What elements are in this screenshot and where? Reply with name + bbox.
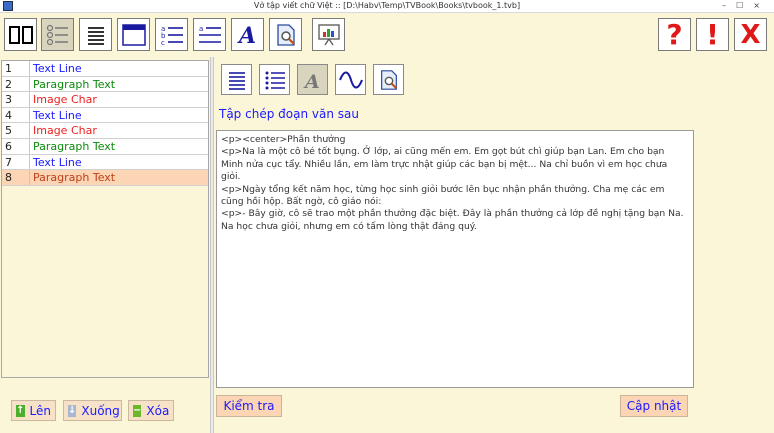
item-label: Text Line bbox=[33, 108, 82, 122]
script-a-icon: A bbox=[303, 71, 320, 91]
lines-icon bbox=[87, 26, 104, 45]
page-search-button[interactable] bbox=[269, 18, 302, 51]
script-a-button[interactable]: A bbox=[231, 18, 264, 51]
svg-text:A: A bbox=[237, 23, 256, 47]
title-bar: Vở tập viết chữ Việt :: [D:\Habv\Temp\TV… bbox=[0, 0, 774, 13]
move-down-button[interactable]: ↓ Xuống bbox=[63, 400, 122, 421]
update-button[interactable]: Cập nhật bbox=[620, 395, 688, 417]
list-item[interactable]: 5 Image Char bbox=[2, 123, 208, 139]
window-title: Vở tập viết chữ Việt :: [D:\Habv\Temp\TV… bbox=[253, 1, 521, 10]
item-label: Paragraph Text bbox=[33, 139, 116, 153]
list-item[interactable]: 6 Paragraph Text bbox=[2, 138, 208, 155]
list-item[interactable]: 3 Image Char bbox=[2, 92, 208, 108]
format-list-button[interactable] bbox=[259, 64, 290, 95]
dotted-list-icon bbox=[265, 71, 285, 89]
minimize-button[interactable]: – bbox=[722, 1, 736, 10]
minus-icon: − bbox=[133, 404, 142, 417]
item-label: Image Char bbox=[33, 93, 97, 107]
arrow-down-icon: ↓ bbox=[68, 404, 77, 417]
move-up-label: Lên bbox=[29, 403, 51, 418]
maximize-button[interactable]: ☐ bbox=[736, 1, 753, 10]
presentation-button[interactable] bbox=[312, 18, 345, 51]
outline-list-button[interactable] bbox=[41, 18, 74, 51]
item-label: Paragraph Text bbox=[33, 171, 116, 185]
item-number: 1 bbox=[2, 61, 30, 76]
item-number: 3 bbox=[2, 92, 30, 107]
move-up-button[interactable]: ↑ Lên bbox=[11, 400, 56, 421]
list-item-selected[interactable]: 8 Paragraph Text bbox=[2, 170, 208, 186]
left-panel: 1 Text Line 2 Paragraph Text 3 Image Char 4… bbox=[0, 57, 210, 433]
arrow-up-icon: ↑ bbox=[16, 404, 25, 417]
app-icon bbox=[3, 1, 13, 11]
wave-icon bbox=[338, 71, 363, 88]
help-button[interactable]: ? bbox=[658, 18, 691, 51]
item-label: Text Line bbox=[33, 62, 82, 75]
format-wave-button[interactable] bbox=[335, 64, 366, 95]
delete-label: Xóa bbox=[146, 403, 170, 418]
lines-icon bbox=[228, 71, 245, 90]
section-heading: Tập chép đoạn văn sau bbox=[219, 107, 359, 121]
item-list[interactable]: 1 Text Line 2 Paragraph Text 3 Image Char 4… bbox=[1, 60, 209, 378]
numbered-list-icon: abc bbox=[161, 25, 183, 46]
close-icon: X bbox=[740, 19, 761, 50]
item-number: 6 bbox=[2, 138, 30, 154]
numbered-list-button[interactable]: abc bbox=[155, 18, 188, 51]
two-pages-button[interactable] bbox=[4, 18, 37, 51]
window-controls: –☐× bbox=[722, 0, 770, 12]
close-button[interactable]: X bbox=[734, 18, 767, 51]
svg-text:A: A bbox=[303, 71, 320, 91]
delete-button[interactable]: − Xóa bbox=[128, 400, 174, 421]
item-number: 7 bbox=[2, 154, 30, 170]
list-item[interactable]: 4 Text Line bbox=[2, 107, 208, 124]
help-icon: ? bbox=[666, 17, 683, 51]
editor-line: <p>Na là một cô bé tốt bụng. Ở lớp, ai c… bbox=[221, 146, 671, 183]
editor-line: <p>- Bây giờ, cô sẽ trao một phần thưởng… bbox=[221, 208, 687, 232]
page-search-icon bbox=[380, 69, 397, 90]
list-item[interactable]: 2 Paragraph Text bbox=[2, 76, 208, 93]
item-number: 5 bbox=[2, 123, 30, 138]
item-number: 2 bbox=[2, 76, 30, 92]
editor-line: <p><center>Phần thưởng bbox=[221, 134, 346, 145]
move-down-label: Xuống bbox=[81, 403, 120, 418]
item-number: 4 bbox=[2, 107, 30, 123]
script-a-icon: A bbox=[237, 23, 256, 47]
main-toolbar: abc a A ? ! X bbox=[0, 13, 774, 57]
svg-text:c: c bbox=[161, 39, 165, 46]
page-search-icon bbox=[276, 23, 295, 46]
window-close-button[interactable]: × bbox=[753, 1, 770, 10]
format-page-search-button[interactable] bbox=[373, 64, 404, 95]
editor-line: <p>Ngày tổng kết năm học, từng học sinh … bbox=[221, 183, 668, 208]
item-label: Text Line bbox=[33, 155, 82, 169]
list-item[interactable]: 7 Text Line bbox=[2, 154, 208, 171]
bullet-lines-button[interactable]: a bbox=[193, 18, 226, 51]
format-lines-button[interactable] bbox=[221, 64, 252, 95]
right-panel: A Tập chép đoạn văn sau <p><center>Phần … bbox=[214, 57, 774, 433]
bullet-lines-icon: a bbox=[198, 25, 221, 43]
alert-button[interactable]: ! bbox=[696, 18, 729, 51]
content-editor[interactable]: <p><center>Phần thưởng <p>Na là một cô b… bbox=[216, 130, 694, 388]
list-item[interactable]: 1 Text Line bbox=[2, 61, 208, 77]
lines-button[interactable] bbox=[79, 18, 112, 51]
header-page-button[interactable] bbox=[117, 18, 150, 51]
list-buttons: ↑ Lên ↓ Xuống − Xóa bbox=[8, 400, 208, 422]
check-button[interactable]: Kiểm tra bbox=[216, 395, 282, 417]
format-script-button[interactable]: A bbox=[297, 64, 328, 95]
item-label: Paragraph Text bbox=[33, 77, 116, 91]
alert-icon: ! bbox=[706, 17, 719, 51]
header-page-icon bbox=[121, 23, 146, 46]
outline-list-icon bbox=[46, 24, 68, 45]
svg-text:a: a bbox=[199, 25, 203, 33]
item-label: Image Char bbox=[33, 124, 97, 138]
item-number: 8 bbox=[2, 170, 30, 185]
two-pages-icon bbox=[8, 25, 33, 44]
presentation-chart-icon bbox=[317, 23, 340, 45]
